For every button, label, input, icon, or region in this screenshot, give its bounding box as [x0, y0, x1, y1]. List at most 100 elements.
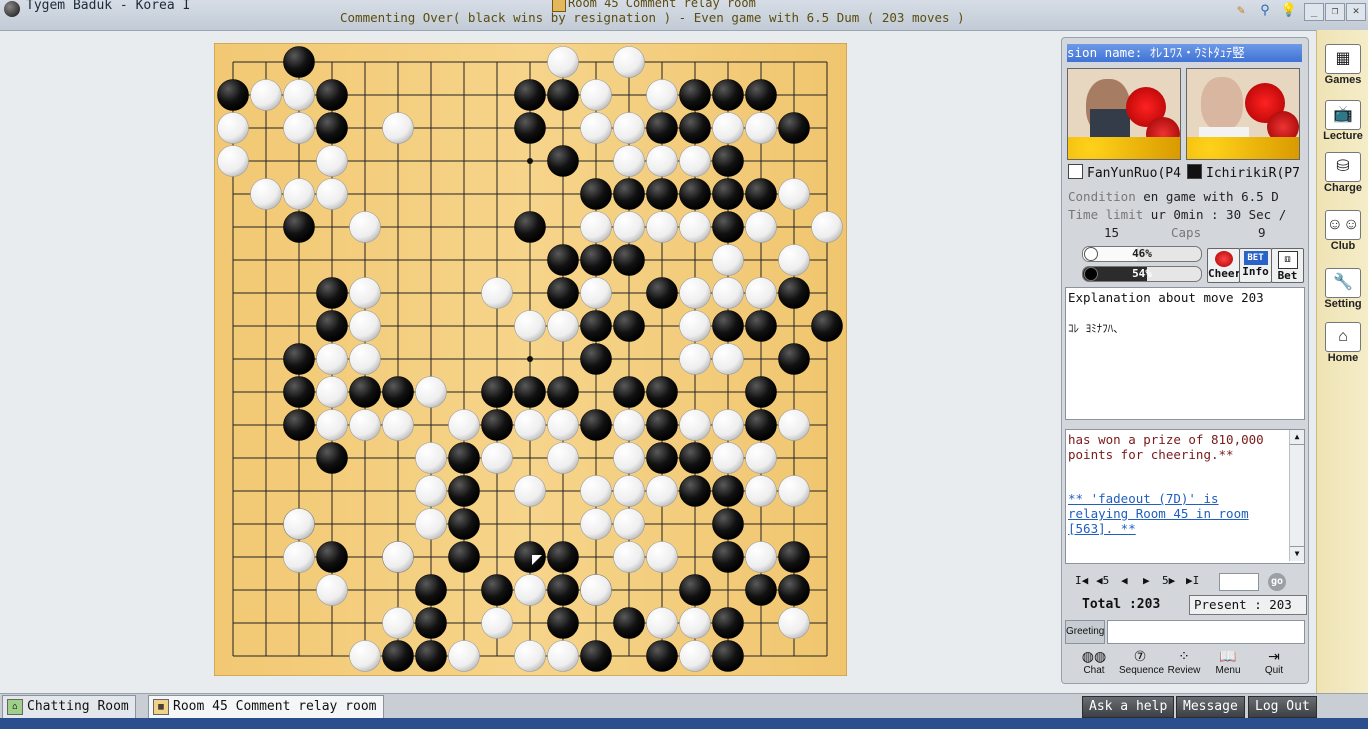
- black-stone[interactable]: [349, 376, 381, 408]
- white-stone[interactable]: [778, 178, 810, 210]
- white-stone[interactable]: [514, 574, 546, 606]
- chat-link-line[interactable]: ** 'fadeout (7D)' is: [1068, 491, 1249, 506]
- white-stone[interactable]: [481, 277, 513, 309]
- black-stone[interactable]: [448, 541, 480, 573]
- white-stone[interactable]: [415, 442, 447, 474]
- chat-button[interactable]: ◍◍ Chat: [1073, 647, 1115, 681]
- black-stone[interactable]: [382, 376, 414, 408]
- scroll-down-icon[interactable]: ▼: [1290, 546, 1304, 561]
- white-stone[interactable]: [217, 145, 249, 177]
- go-button[interactable]: go: [1268, 573, 1286, 591]
- paint-icon[interactable]: ✎: [1232, 2, 1250, 20]
- message-button[interactable]: Message: [1176, 696, 1245, 718]
- black-stone[interactable]: [514, 79, 546, 111]
- white-stone[interactable]: [250, 79, 282, 111]
- tab-room-45[interactable]: ▦ Room 45 Comment relay room: [148, 695, 384, 719]
- white-stone[interactable]: [712, 409, 744, 441]
- white-stone[interactable]: [547, 640, 579, 672]
- black-stone[interactable]: [712, 310, 744, 342]
- white-stone[interactable]: [580, 475, 612, 507]
- white-stone[interactable]: [679, 211, 711, 243]
- black-stone[interactable]: [415, 607, 447, 639]
- white-stone[interactable]: [745, 541, 777, 573]
- white-stone[interactable]: [613, 508, 645, 540]
- black-stone[interactable]: [448, 475, 480, 507]
- black-stone[interactable]: [514, 541, 546, 573]
- black-stone[interactable]: [778, 541, 810, 573]
- white-stone[interactable]: [448, 640, 480, 672]
- black-stone[interactable]: [547, 145, 579, 177]
- info-button[interactable]: BET Info: [1239, 248, 1272, 283]
- white-stone[interactable]: [646, 145, 678, 177]
- white-stone[interactable]: [613, 46, 645, 78]
- white-stone[interactable]: [712, 343, 744, 375]
- white-stone[interactable]: [283, 178, 315, 210]
- black-stone[interactable]: [745, 79, 777, 111]
- greeting-input[interactable]: [1107, 620, 1305, 644]
- nav-back5-button[interactable]: ◀5: [1096, 574, 1109, 587]
- sidebar-item-setting[interactable]: 🔧 Setting: [1319, 268, 1367, 316]
- white-stone[interactable]: [613, 475, 645, 507]
- white-stone[interactable]: [316, 409, 348, 441]
- white-stone[interactable]: [778, 607, 810, 639]
- tab-chatting-room[interactable]: ⌂ Chatting Room: [2, 695, 136, 719]
- white-stone[interactable]: [349, 409, 381, 441]
- black-stone[interactable]: [316, 442, 348, 474]
- white-stone[interactable]: [415, 475, 447, 507]
- nav-forward5-button[interactable]: 5▶: [1162, 574, 1175, 587]
- chat-link-line[interactable]: [563]. **: [1068, 521, 1249, 536]
- white-stone[interactable]: [316, 343, 348, 375]
- black-stone[interactable]: [613, 310, 645, 342]
- white-stone[interactable]: [349, 343, 381, 375]
- white-stone[interactable]: [514, 310, 546, 342]
- white-stone[interactable]: [415, 376, 447, 408]
- black-stone[interactable]: [580, 409, 612, 441]
- black-stone[interactable]: [778, 574, 810, 606]
- close-button[interactable]: ✕: [1346, 3, 1366, 21]
- black-stone[interactable]: [712, 475, 744, 507]
- white-stone[interactable]: [778, 409, 810, 441]
- chat-scrollbar[interactable]: ▲ ▼: [1289, 430, 1304, 561]
- white-stone[interactable]: [514, 640, 546, 672]
- sidebar-item-charge[interactable]: ⛁ Charge: [1319, 152, 1367, 200]
- search-icon[interactable]: ⚲: [1256, 2, 1274, 20]
- nav-forward-button[interactable]: ▶: [1143, 574, 1150, 587]
- white-stone[interactable]: [415, 508, 447, 540]
- go-board[interactable]: [214, 43, 847, 676]
- bet-button[interactable]: ⚅ Bet: [1271, 248, 1304, 283]
- black-stone[interactable]: [217, 79, 249, 111]
- white-stone[interactable]: [481, 442, 513, 474]
- black-stone[interactable]: [712, 508, 744, 540]
- white-stone[interactable]: [712, 112, 744, 144]
- black-stone[interactable]: [481, 376, 513, 408]
- white-stone[interactable]: [514, 409, 546, 441]
- black-stone[interactable]: [514, 211, 546, 243]
- black-stone[interactable]: [712, 640, 744, 672]
- black-stone[interactable]: [679, 442, 711, 474]
- white-stone[interactable]: [712, 277, 744, 309]
- white-player[interactable]: FanYunRuo(P4: [1068, 164, 1182, 182]
- white-stone[interactable]: [613, 145, 645, 177]
- quit-button[interactable]: ⇥ Quit: [1253, 647, 1295, 681]
- white-stone[interactable]: [811, 211, 843, 243]
- black-stone[interactable]: [547, 607, 579, 639]
- black-stone[interactable]: [745, 310, 777, 342]
- white-stone[interactable]: [283, 112, 315, 144]
- white-stone[interactable]: [283, 508, 315, 540]
- white-stone[interactable]: [349, 211, 381, 243]
- black-stone[interactable]: [745, 178, 777, 210]
- white-stone[interactable]: [547, 310, 579, 342]
- white-stone[interactable]: [646, 607, 678, 639]
- white-stone[interactable]: [283, 541, 315, 573]
- logout-button[interactable]: Log Out: [1248, 696, 1317, 718]
- minimize-button[interactable]: _: [1304, 3, 1324, 21]
- black-stone[interactable]: [514, 112, 546, 144]
- white-stone[interactable]: [745, 277, 777, 309]
- black-stone[interactable]: [679, 475, 711, 507]
- black-stone[interactable]: [481, 574, 513, 606]
- white-stone[interactable]: [679, 640, 711, 672]
- black-stone[interactable]: [316, 112, 348, 144]
- black-player[interactable]: IchirikiR(P7: [1187, 164, 1303, 182]
- black-stone[interactable]: [646, 277, 678, 309]
- white-stone[interactable]: [349, 640, 381, 672]
